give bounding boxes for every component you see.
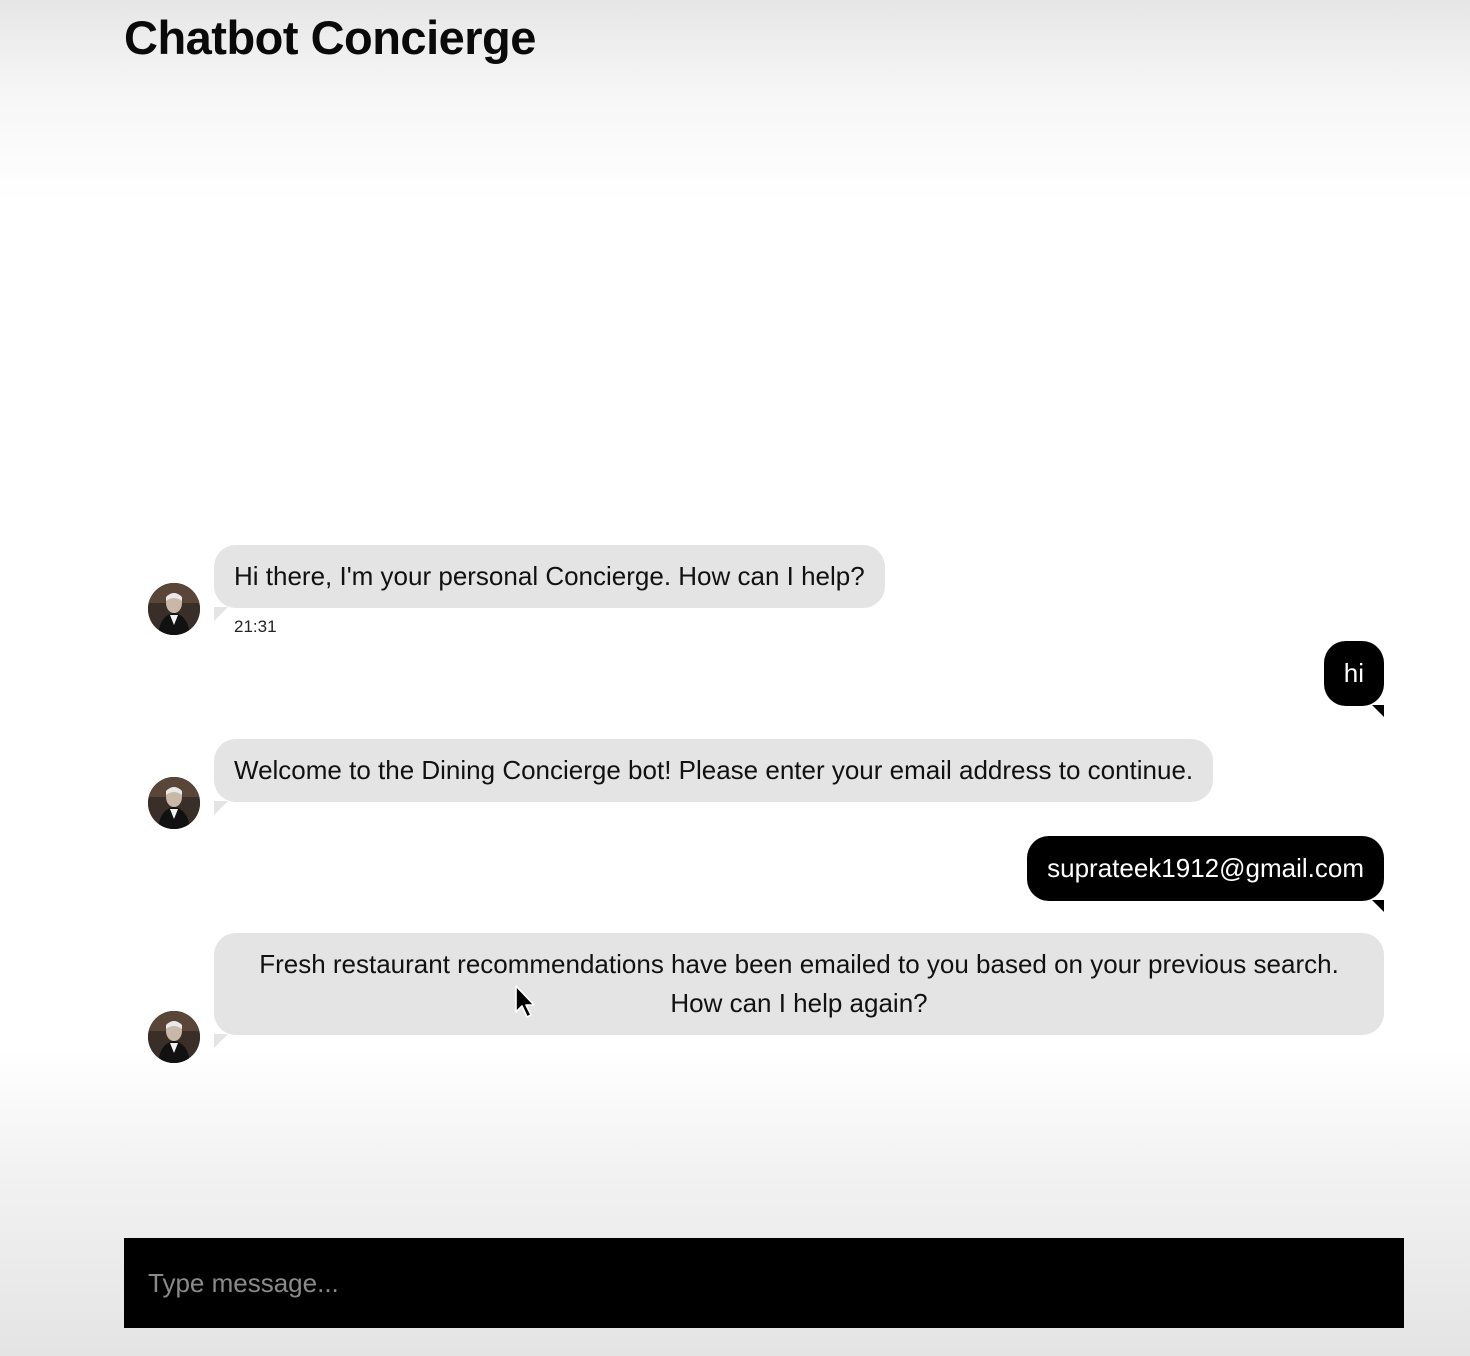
message-composer [124,1238,1404,1328]
message-text: Hi there, I'm your personal Concierge. H… [234,561,865,591]
message-input[interactable] [124,1238,1404,1328]
concierge-avatar-icon [148,1011,200,1063]
bot-message-bubble: Fresh restaurant recommendations have be… [214,933,1384,1048]
concierge-avatar-icon [148,583,200,635]
message-text: Welcome to the Dining Concierge bot! Ple… [234,755,1194,785]
page-title: Chatbot Concierge [124,11,536,64]
concierge-avatar-icon [148,777,200,829]
bot-message-bubble: Hi there, I'm your personal Concierge. H… [214,545,885,621]
message-text: Fresh restaurant recommendations have be… [259,949,1339,1018]
message-text: suprateek1912@gmail.com [1047,853,1364,883]
bot-message-bubble: Welcome to the Dining Concierge bot! Ple… [214,739,1214,815]
mouse-pointer-icon [515,985,535,1018]
bot-avatar [148,583,200,635]
bot-avatar [148,1011,200,1063]
message-text: hi [1343,658,1364,688]
user-message-bubble: hi [1323,641,1385,717]
user-message-bubble: suprateek1912@gmail.com [1027,836,1384,912]
message-timestamp: 21:31 [234,617,277,636]
bot-avatar [148,777,200,829]
